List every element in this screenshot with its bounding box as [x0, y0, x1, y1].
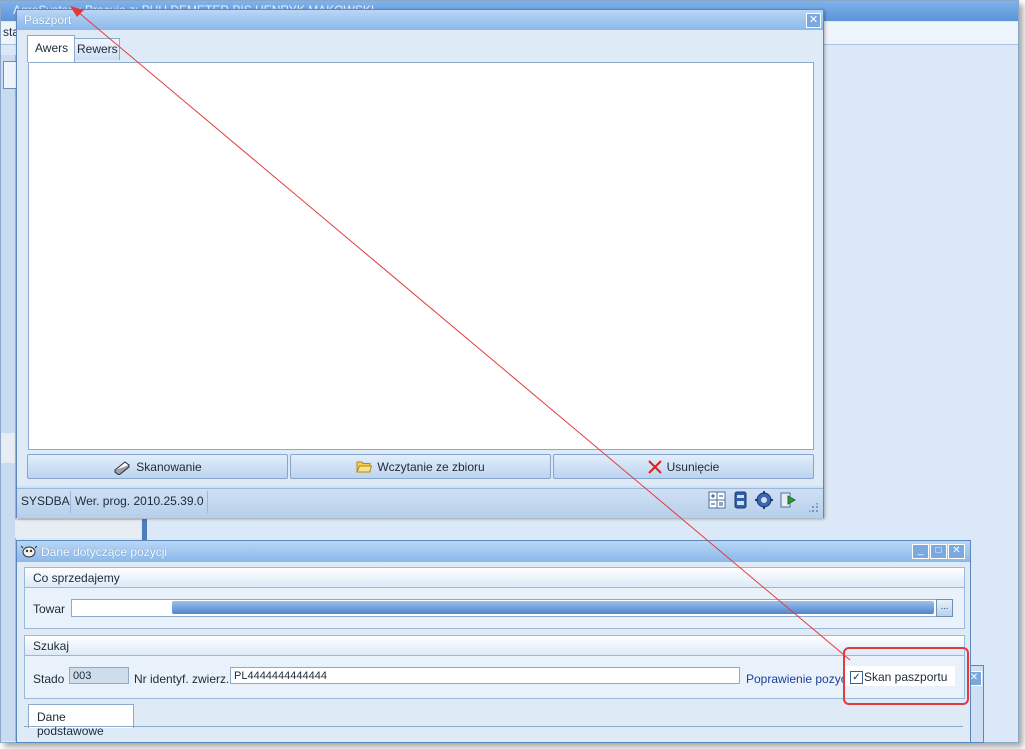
group-header	[25, 568, 964, 588]
tab-strip-line	[24, 726, 963, 727]
exit-icon[interactable]	[779, 491, 797, 509]
tab-awers[interactable]: Awers	[27, 35, 75, 62]
background-left-icon[interactable]	[3, 61, 17, 89]
load-button-label: Wczytanie ze zbioru	[377, 459, 485, 474]
status-user: SYSDBA	[21, 494, 70, 508]
cow-app-icon	[21, 545, 37, 558]
delete-button-label: Usunięcie	[666, 459, 720, 474]
paszport-title: Paszport	[24, 13, 72, 27]
background-left-divider	[1, 433, 15, 463]
background-mid-panel	[15, 519, 141, 538]
calculator-icon[interactable]	[708, 491, 726, 509]
gear-icon[interactable]	[755, 491, 773, 509]
group-co-sprzedajemy: Co sprzedajemy Towar ...	[24, 567, 965, 629]
status-separator	[207, 491, 208, 513]
background-left-panel	[1, 55, 16, 741]
paszport-dialog: Paszport ✕ Awers Rewers Skanowanie Wczyt…	[16, 9, 824, 518]
paszport-close-button[interactable]: ✕	[806, 13, 821, 28]
scan-button[interactable]: Skanowanie	[27, 454, 288, 479]
scanner-icon	[114, 460, 131, 475]
load-from-file-button[interactable]: Wczytanie ze zbioru	[290, 454, 551, 479]
status-separator	[70, 491, 71, 513]
towar-lookup-field[interactable]	[71, 599, 937, 617]
towar-label: Towar	[33, 602, 66, 616]
correct-position-link[interactable]: Poprawienie pozycji	[746, 672, 852, 686]
stado-label: Stado	[33, 672, 65, 686]
group-title: Szukaj	[33, 639, 70, 653]
tab-rewers[interactable]: Rewers	[74, 38, 120, 60]
tab-rewers-label: Rewers	[77, 42, 118, 56]
towar-browse-button[interactable]: ...	[936, 599, 953, 617]
maximize-button[interactable]: □	[930, 544, 947, 559]
scan-button-label: Skanowanie	[136, 459, 202, 474]
position-data-dialog: Dane dotyczące pozycji _ □ ✕ Co sprzedaj…	[16, 540, 971, 743]
position-data-title: Dane dotyczące pozycji	[41, 545, 168, 559]
group-title: Co sprzedajemy	[33, 571, 120, 585]
stado-field[interactable]: 003	[69, 667, 129, 684]
tab-dane-podstawowe-label: Dane podstawowe	[37, 710, 104, 738]
close-button[interactable]: ✕	[948, 544, 965, 559]
animal-id-input[interactable]: PL4444444444444	[230, 667, 740, 684]
resize-grip-icon[interactable]	[809, 503, 819, 513]
tab-awers-label: Awers	[35, 41, 69, 55]
delete-x-icon	[647, 459, 662, 474]
paszport-titlebar[interactable]	[17, 10, 823, 30]
tab-dane-podstawowe[interactable]: Dane podstawowe	[28, 704, 134, 738]
delete-button[interactable]: Usunięcie	[553, 454, 814, 479]
minimize-button[interactable]: _	[912, 544, 929, 559]
animal-id-label: Nr identyf. zwierz.	[134, 672, 230, 686]
annotation-highlight-box	[843, 647, 969, 705]
towar-selection-bar	[172, 601, 934, 614]
group-header	[25, 636, 964, 656]
document-icon[interactable]	[732, 491, 750, 509]
folder-icon	[356, 461, 373, 473]
group-szukaj: Szukaj Stado 003 Nr identyf. zwierz. PL4…	[24, 635, 965, 699]
passport-image-area	[28, 62, 814, 450]
status-version: Wer. prog. 2010.25.39.0	[75, 494, 204, 508]
